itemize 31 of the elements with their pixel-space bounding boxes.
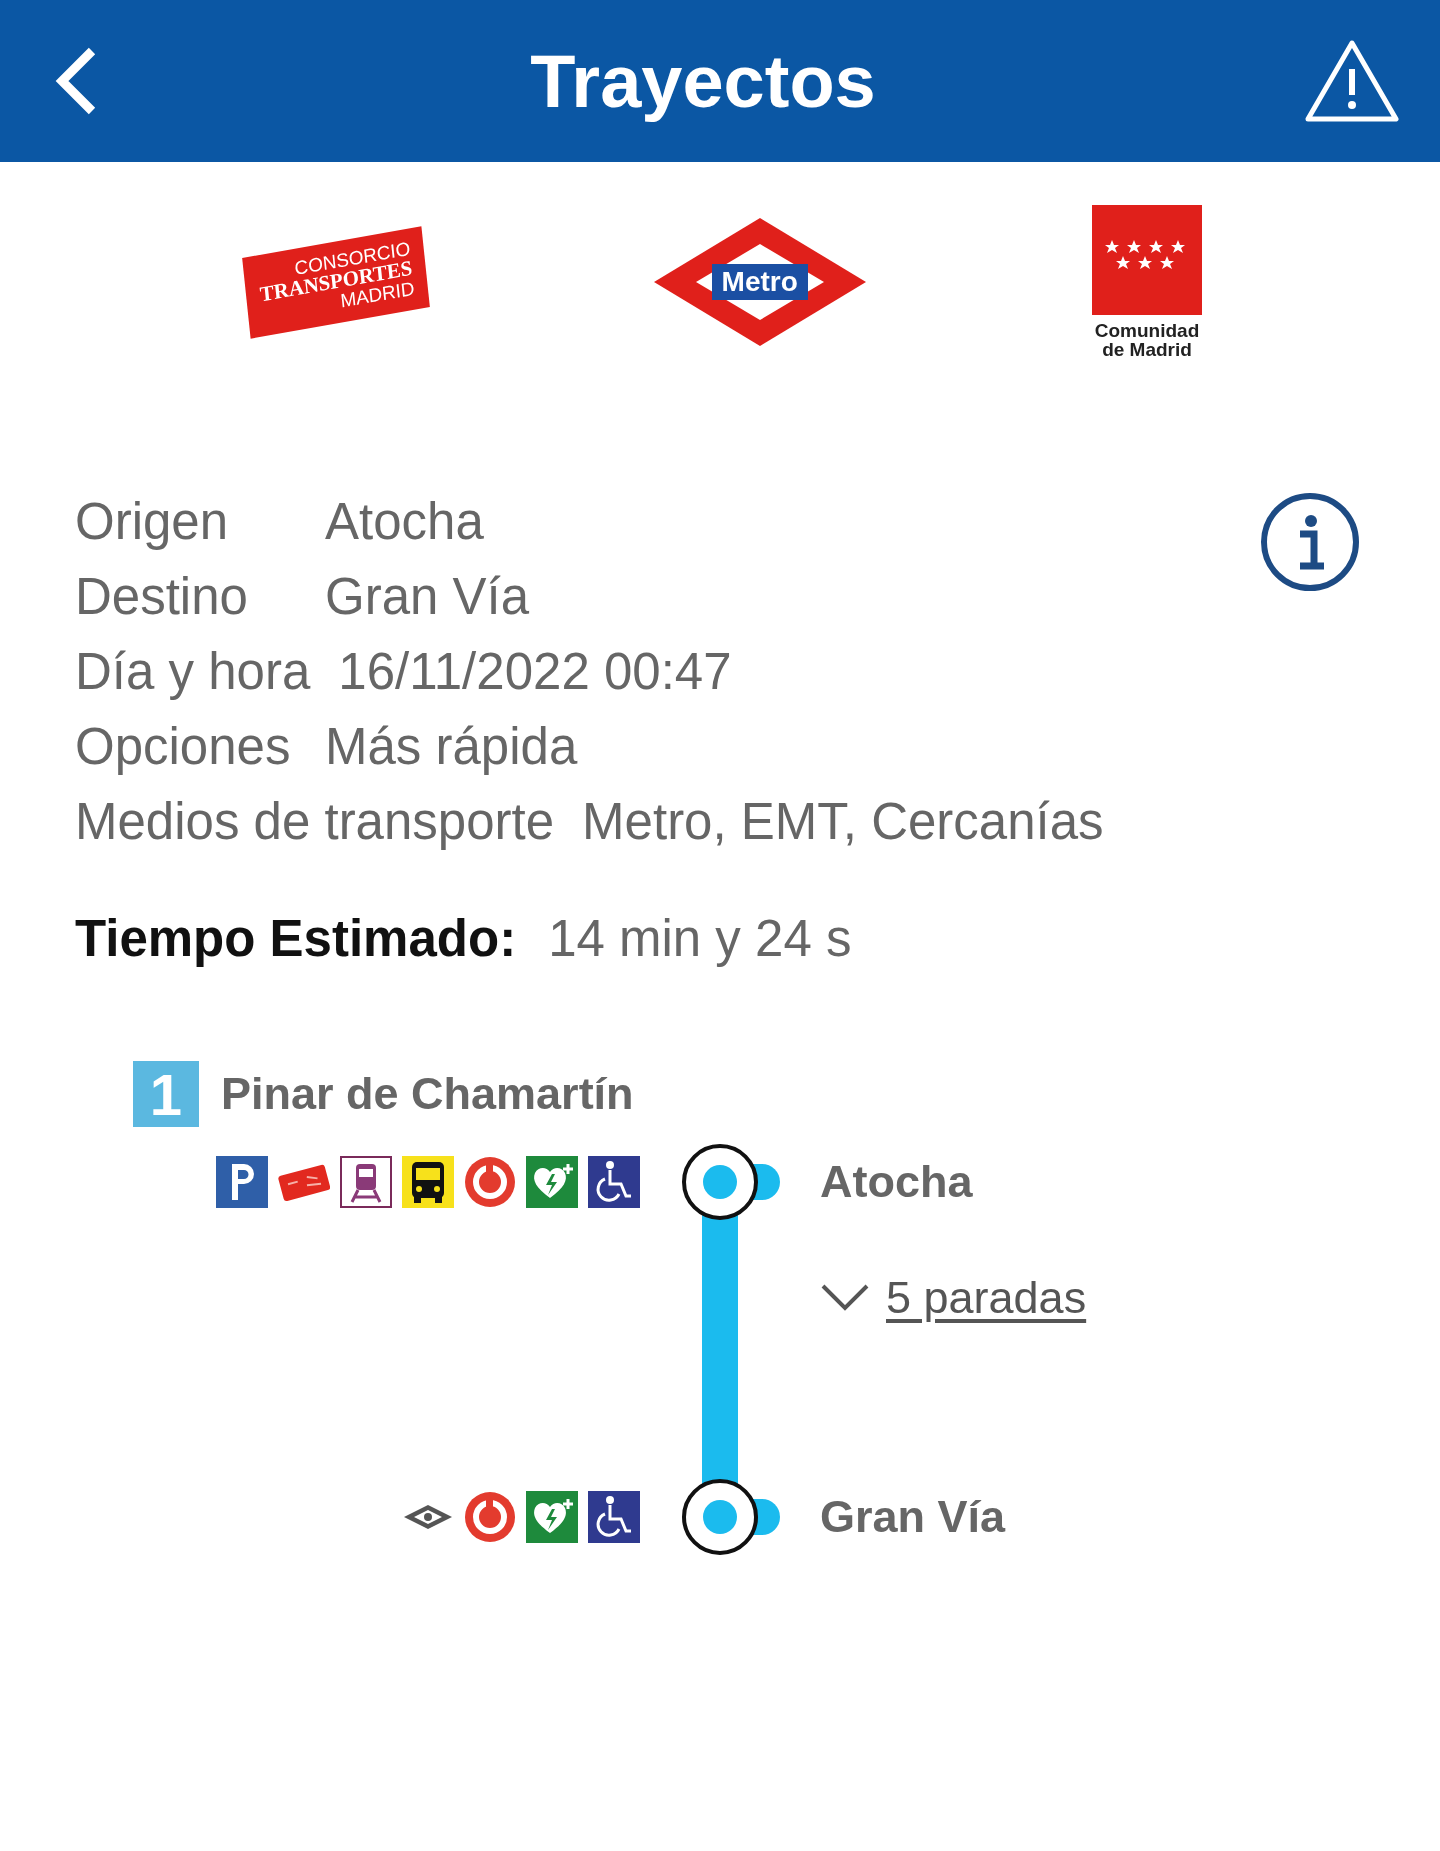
trip-value: Gran Vía	[325, 567, 530, 626]
chevron-down-icon[interactable]	[820, 1283, 870, 1313]
line-badge: 1	[133, 1061, 199, 1127]
stop-name: Atocha	[820, 1155, 974, 1209]
parking-icon	[216, 1156, 268, 1208]
stop-name: Gran Vía	[820, 1490, 1007, 1544]
warning-icon[interactable]	[1304, 39, 1400, 123]
stops-link[interactable]: 5 paradas	[886, 1272, 1087, 1324]
comunidad-logo-text: Comunidad de Madrid	[1094, 321, 1200, 359]
ring-icon	[464, 1156, 516, 1208]
trip-label: Opciones	[75, 717, 292, 776]
ring-icon	[464, 1491, 516, 1543]
trip-label: Medios de transporte	[75, 792, 555, 851]
trip-value: Atocha	[325, 492, 484, 551]
trip-value: Más rápida	[325, 717, 578, 776]
estimate-value: 14 min y 24 s	[548, 909, 852, 968]
bus-icon	[402, 1156, 454, 1208]
trip-label: Origen	[75, 492, 230, 551]
trip-value: 16/11/2022 00:47	[338, 642, 732, 701]
screen-title: Trayectos	[530, 38, 876, 124]
info-icon[interactable]	[1260, 492, 1360, 592]
train-icon	[340, 1156, 392, 1208]
wheelchair-icon	[588, 1156, 640, 1208]
metro-logo: Metro	[711, 264, 808, 300]
stars-flag-icon	[1092, 205, 1202, 315]
wheelchair-icon	[588, 1491, 640, 1543]
trip-label: Día y hora	[75, 642, 311, 701]
estimate-label: Tiempo Estimado:	[75, 909, 517, 968]
trip-label: Destino	[75, 567, 249, 626]
line-direction: Pinar de Chamartín	[221, 1068, 634, 1120]
trip-value: Metro, EMT, Cercanías	[582, 792, 1104, 851]
